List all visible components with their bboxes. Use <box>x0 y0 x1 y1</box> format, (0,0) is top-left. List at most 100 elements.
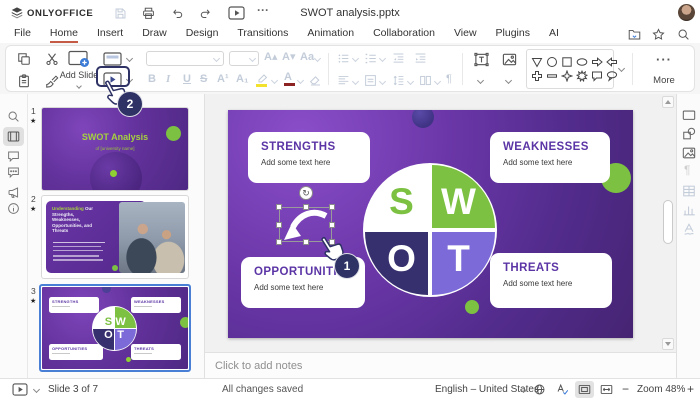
menu-plugins[interactable]: Plugins <box>496 27 530 43</box>
scroll-down-button[interactable] <box>662 338 674 350</box>
increase-font-button[interactable]: A▴ <box>264 51 277 64</box>
subscript-button[interactable]: A₁ <box>236 73 249 86</box>
fit-to-slide-button[interactable] <box>578 383 591 396</box>
bullets-button[interactable] <box>337 52 350 65</box>
start-slideshow-titlebar-button[interactable] <box>228 6 245 20</box>
numbering-button[interactable] <box>364 52 377 65</box>
font-size-select[interactable] <box>229 51 259 66</box>
user-avatar[interactable] <box>678 4 695 21</box>
change-layout-button[interactable] <box>103 52 122 66</box>
favorite-star-icon[interactable] <box>652 28 665 41</box>
shape-speech-oval-icon[interactable] <box>606 70 618 82</box>
save-button[interactable] <box>114 7 127 20</box>
wheel-quadrant-s[interactable]: S <box>365 165 428 228</box>
chat-icon[interactable] <box>7 166 20 179</box>
menu-animation[interactable]: Animation <box>307 27 354 43</box>
zoom-in-button[interactable]: + <box>687 382 694 396</box>
underline-button[interactable]: U <box>183 73 191 86</box>
copy-button[interactable] <box>17 52 31 66</box>
bullets-chevron[interactable] <box>351 54 360 63</box>
slide-thumbnail-2[interactable]: Understanding Our Strengths, Weaknesses,… <box>42 196 188 278</box>
open-file-location-icon[interactable] <box>628 28 641 41</box>
insert-image-button[interactable] <box>502 52 517 67</box>
shape-burst-icon[interactable] <box>576 70 588 82</box>
table-settings-icon[interactable] <box>682 184 696 198</box>
cut-button[interactable] <box>45 52 59 66</box>
wheel-quadrant-o[interactable]: O <box>365 232 428 295</box>
scrollbar-thumb[interactable] <box>663 200 673 244</box>
chart-settings-icon[interactable] <box>682 203 696 217</box>
font-color-chevron[interactable] <box>296 76 305 85</box>
menu-collaboration[interactable]: Collaboration <box>373 27 435 43</box>
redo-button[interactable] <box>199 7 212 20</box>
shape-circle-icon[interactable] <box>546 56 558 68</box>
columns-chevron[interactable] <box>433 77 442 86</box>
weaknesses-textbox[interactable]: WEAKNESSES Add some text here <box>490 132 610 183</box>
insert-image-chevron[interactable] <box>504 76 513 85</box>
numbering-chevron[interactable] <box>378 54 387 63</box>
vertical-align-chevron[interactable] <box>378 77 387 86</box>
format-painter-button[interactable] <box>45 74 59 88</box>
menu-file[interactable]: File <box>14 27 31 43</box>
shape-speech-rect-icon[interactable] <box>591 70 603 82</box>
resize-handle[interactable] <box>276 239 282 245</box>
vertical-align-button[interactable] <box>364 74 377 87</box>
add-slide-icon[interactable] <box>68 50 90 68</box>
strikeout-button[interactable]: S <box>200 73 207 86</box>
highlight-color-button[interactable] <box>256 72 269 87</box>
paste-button[interactable] <box>17 74 31 88</box>
current-slide[interactable]: STRENGTHS Add some text here WEAKNESSES … <box>228 110 633 338</box>
menu-insert[interactable]: Insert <box>97 27 123 43</box>
superscript-button[interactable]: A¹ <box>217 73 229 86</box>
resize-handle[interactable] <box>276 204 282 210</box>
columns-button[interactable] <box>419 74 432 87</box>
feedback-icon[interactable] <box>7 186 20 199</box>
fit-to-width-button[interactable] <box>600 383 613 396</box>
shape-star4-icon[interactable] <box>561 70 573 82</box>
line-spacing-chevron[interactable] <box>406 77 415 86</box>
about-icon[interactable] <box>7 202 20 215</box>
clear-style-button[interactable] <box>309 74 322 87</box>
undo-button[interactable] <box>171 7 184 20</box>
strengths-textbox[interactable]: STRENGTHS Add some text here <box>248 132 370 183</box>
shape-square-icon[interactable] <box>561 56 573 68</box>
comments-icon[interactable] <box>7 150 20 163</box>
italic-button[interactable]: I <box>166 73 170 86</box>
menu-transitions[interactable]: Transitions <box>237 27 288 43</box>
set-language-globe-icon[interactable] <box>533 383 546 396</box>
scroll-up-button[interactable] <box>662 96 674 108</box>
resize-handle[interactable] <box>303 239 309 245</box>
find-icon[interactable] <box>7 110 20 123</box>
start-slideshow-status-button[interactable] <box>12 383 28 396</box>
insert-textbox-chevron[interactable] <box>476 76 485 85</box>
search-icon[interactable] <box>677 28 690 41</box>
paragraph-settings-button[interactable]: ¶ <box>446 73 452 86</box>
zoom-out-button[interactable]: − <box>622 382 629 396</box>
swot-wheel[interactable]: S W O T <box>363 163 497 297</box>
bold-button[interactable]: B <box>148 73 156 86</box>
menu-design[interactable]: Design <box>186 27 219 43</box>
horizontal-align-chevron[interactable] <box>351 77 360 86</box>
font-name-select[interactable] <box>146 51 224 66</box>
resize-handle[interactable] <box>329 204 335 210</box>
textart-settings-icon[interactable] <box>682 222 696 236</box>
increase-indent-button[interactable] <box>414 52 427 65</box>
slide-settings-icon[interactable] <box>682 108 696 122</box>
menu-ai[interactable]: AI <box>549 27 559 43</box>
paragraph-settings-panel-icon[interactable]: ¶ <box>684 164 690 177</box>
editing-canvas[interactable]: STRENGTHS Add some text here WEAKNESSES … <box>205 94 676 352</box>
slide-thumbnail-1[interactable]: SWOT Analysis of [university name] <box>42 108 188 190</box>
image-settings-icon[interactable] <box>682 146 696 160</box>
menu-home[interactable]: Home <box>49 27 78 43</box>
horizontal-align-button[interactable] <box>337 74 350 87</box>
wheel-quadrant-t[interactable]: T <box>432 232 495 295</box>
layout-chevron[interactable] <box>125 54 134 63</box>
shapes-gallery[interactable] <box>526 49 618 89</box>
menu-draw[interactable]: Draw <box>142 27 167 43</box>
resize-handle[interactable] <box>303 204 309 210</box>
slide-thumbnail-3-selected[interactable]: STRENGTHS WEAKNESSES OPPORTUNITIES THREA… <box>39 284 191 372</box>
shape-settings-icon[interactable] <box>682 127 696 141</box>
titlebar-more-button[interactable]: ··· <box>257 3 269 17</box>
slideshow-options-chevron[interactable] <box>32 385 41 394</box>
decrease-font-button[interactable]: A▾ <box>282 51 295 64</box>
